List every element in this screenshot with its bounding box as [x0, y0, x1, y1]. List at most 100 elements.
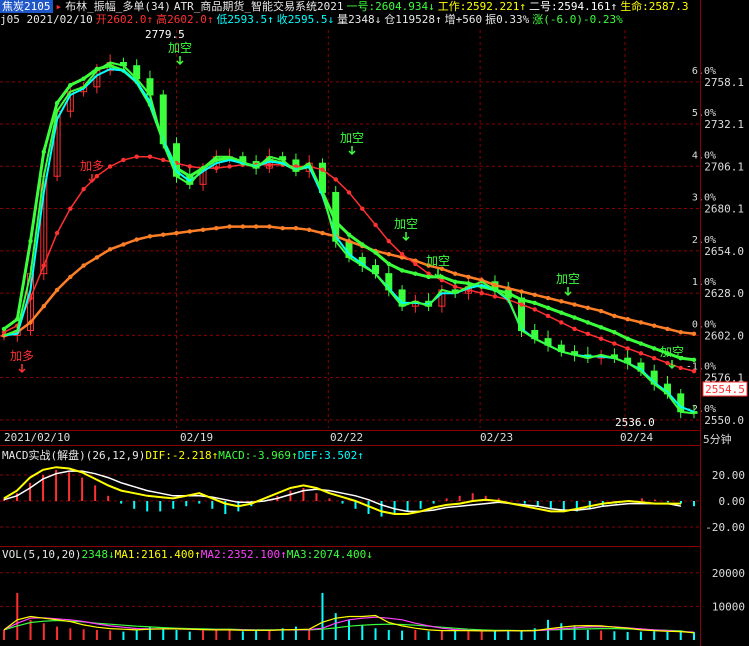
timeframe-label[interactable]: 5分钟	[703, 431, 732, 447]
boll-red-line-dot	[559, 320, 564, 325]
orange-band-line-dot	[293, 225, 299, 231]
boll-red-line-dot	[492, 294, 498, 299]
orange-band-line-dot	[625, 316, 630, 322]
boll-red-line-dot	[638, 351, 644, 356]
pct-tick-label: 0.0%	[692, 319, 716, 330]
signal-annotation: 加多	[80, 159, 104, 173]
boll-red-line-dot	[612, 341, 617, 346]
boll-green-line-dot	[585, 320, 591, 325]
boll-red-line-dot	[121, 157, 126, 163]
chart-stage: 焦炭2105 ▸ 布林_振幅_多单(34) ATR_商品期货_智能交易系统2021 一号…	[0, 0, 749, 646]
orange-band-line-dot	[346, 238, 352, 244]
boll-red-line-dot	[625, 346, 630, 351]
orange-band-line-dot	[187, 229, 192, 234]
macd-tick-label: 20.00	[712, 469, 745, 482]
signal-arrow	[348, 146, 356, 156]
orange-band-line-dot	[320, 230, 325, 236]
price-tick-label: 2654.0	[704, 245, 744, 258]
boll-red-line-dot	[147, 154, 153, 159]
orange-band-line-dot	[214, 225, 219, 231]
vol-header-item-4: MA3:2074.400↓	[286, 548, 373, 561]
boll-green-line-dot	[68, 83, 73, 88]
boll-red-line-dot	[413, 261, 418, 267]
boll-red-line-dot	[386, 238, 392, 244]
signal-arrow	[402, 232, 410, 242]
orange-band-line-dot	[253, 224, 259, 229]
boll-red-line-dot	[267, 162, 272, 168]
boll-green-line-dot	[81, 76, 86, 81]
boll-green-line-dot	[651, 346, 657, 351]
orange-band-line-dot	[121, 242, 126, 247]
boll-green-line-dot	[506, 290, 511, 296]
price-tick-label: 2628.0	[704, 287, 744, 300]
boll-red-line-dot	[68, 206, 73, 211]
price-tick-label: 2732.1	[704, 118, 744, 131]
orange-band-line-dot	[161, 232, 166, 237]
orange-band-line-dot	[280, 225, 285, 231]
orange-band-line-dot	[492, 282, 498, 288]
panel-divider-2	[0, 445, 700, 446]
signal-arrow	[176, 56, 184, 66]
boll-red-line-dot	[373, 222, 378, 228]
boll-green-line-dot	[452, 279, 458, 284]
boll-red-line	[3, 155, 695, 372]
orange-band-line-dot	[240, 224, 246, 229]
boll-red-line-dot	[346, 190, 352, 195]
boll-green-line-dot	[559, 310, 564, 315]
orange-band-line-dot	[41, 303, 47, 309]
last-price-text: 2554.5	[705, 383, 745, 396]
macd-header-item-2: MACD:-3.969↑	[218, 449, 298, 462]
boll-green-line-dot	[413, 271, 418, 276]
macd-tick-label: -20.00	[705, 521, 745, 534]
boll-green-line-dot	[691, 357, 697, 362]
boll-green-line-dot	[360, 242, 365, 247]
boll-green-line-dot	[638, 341, 644, 346]
boll-green-line	[3, 64, 695, 362]
boll-green-line-dot	[545, 305, 551, 310]
orange-band-line-dot	[678, 329, 683, 335]
price-panel: 2550.06.0%2576.15.0%2602.04.0%2628.03.0%…	[0, 28, 748, 444]
x-axis-label: 02/24	[620, 431, 653, 444]
boll-red-line-dot	[585, 331, 591, 336]
boll-red-line-dot	[227, 164, 232, 169]
signal-annotation: 加空	[340, 131, 364, 145]
orange-band-line-dot	[94, 255, 100, 260]
vol-tick-label: 10000	[712, 600, 745, 613]
boll-red-line-dot	[134, 154, 139, 159]
orange-band-line-dot	[81, 263, 86, 268]
orange-band-line-dot	[68, 274, 73, 280]
boll-green-line-dot	[625, 336, 630, 341]
boll-red-line-dot	[81, 187, 86, 192]
boll-green-line-dot	[572, 315, 577, 320]
boll-green-line-dot	[598, 325, 604, 330]
boll-green-line-dot	[399, 268, 405, 273]
dif-line	[3, 466, 681, 515]
boll-red-line-dot	[54, 230, 60, 236]
orange-band-line-dot	[572, 302, 577, 307]
price-tick-label: 2550.0	[704, 414, 744, 427]
signal-annotation: 加空	[426, 254, 450, 268]
signal-annotation: 加空	[556, 272, 580, 286]
orange-band-line-dot	[54, 287, 60, 293]
volume-header: VOL(5,10,20)2348↓MA1:2161.400↑MA2:2352.1…	[2, 548, 373, 561]
boll-green-line-dot	[519, 297, 524, 302]
boll-green-line-dot	[346, 232, 352, 237]
signal-annotation: 加空	[168, 41, 192, 55]
x-axis-label: 02/23	[480, 431, 513, 444]
signal-annotation: 加空	[394, 217, 418, 231]
orange-band-line-dot	[386, 251, 392, 257]
vol-header-item-1: 2348↓	[81, 548, 115, 561]
orange-band-line-dot	[691, 331, 697, 336]
axis-separator	[700, 0, 701, 646]
dea-line	[3, 470, 682, 513]
orange-band-line-dot	[519, 289, 524, 294]
x-axis-label: 02/19	[180, 431, 213, 444]
orange-band-line-dot	[107, 247, 113, 252]
signal-annotation: 加多	[10, 349, 34, 363]
boll-red-line-dot	[333, 177, 338, 182]
orange-band-line-dot	[545, 295, 551, 301]
macd-header: MACD实战(解盘)(26,12,9)DIF:-2.218↑MACD:-3.96…	[2, 447, 364, 463]
signal-arrow	[18, 364, 26, 374]
volume-panel: 20000 10000	[0, 567, 745, 640]
boll-green-line-dot	[466, 281, 471, 286]
